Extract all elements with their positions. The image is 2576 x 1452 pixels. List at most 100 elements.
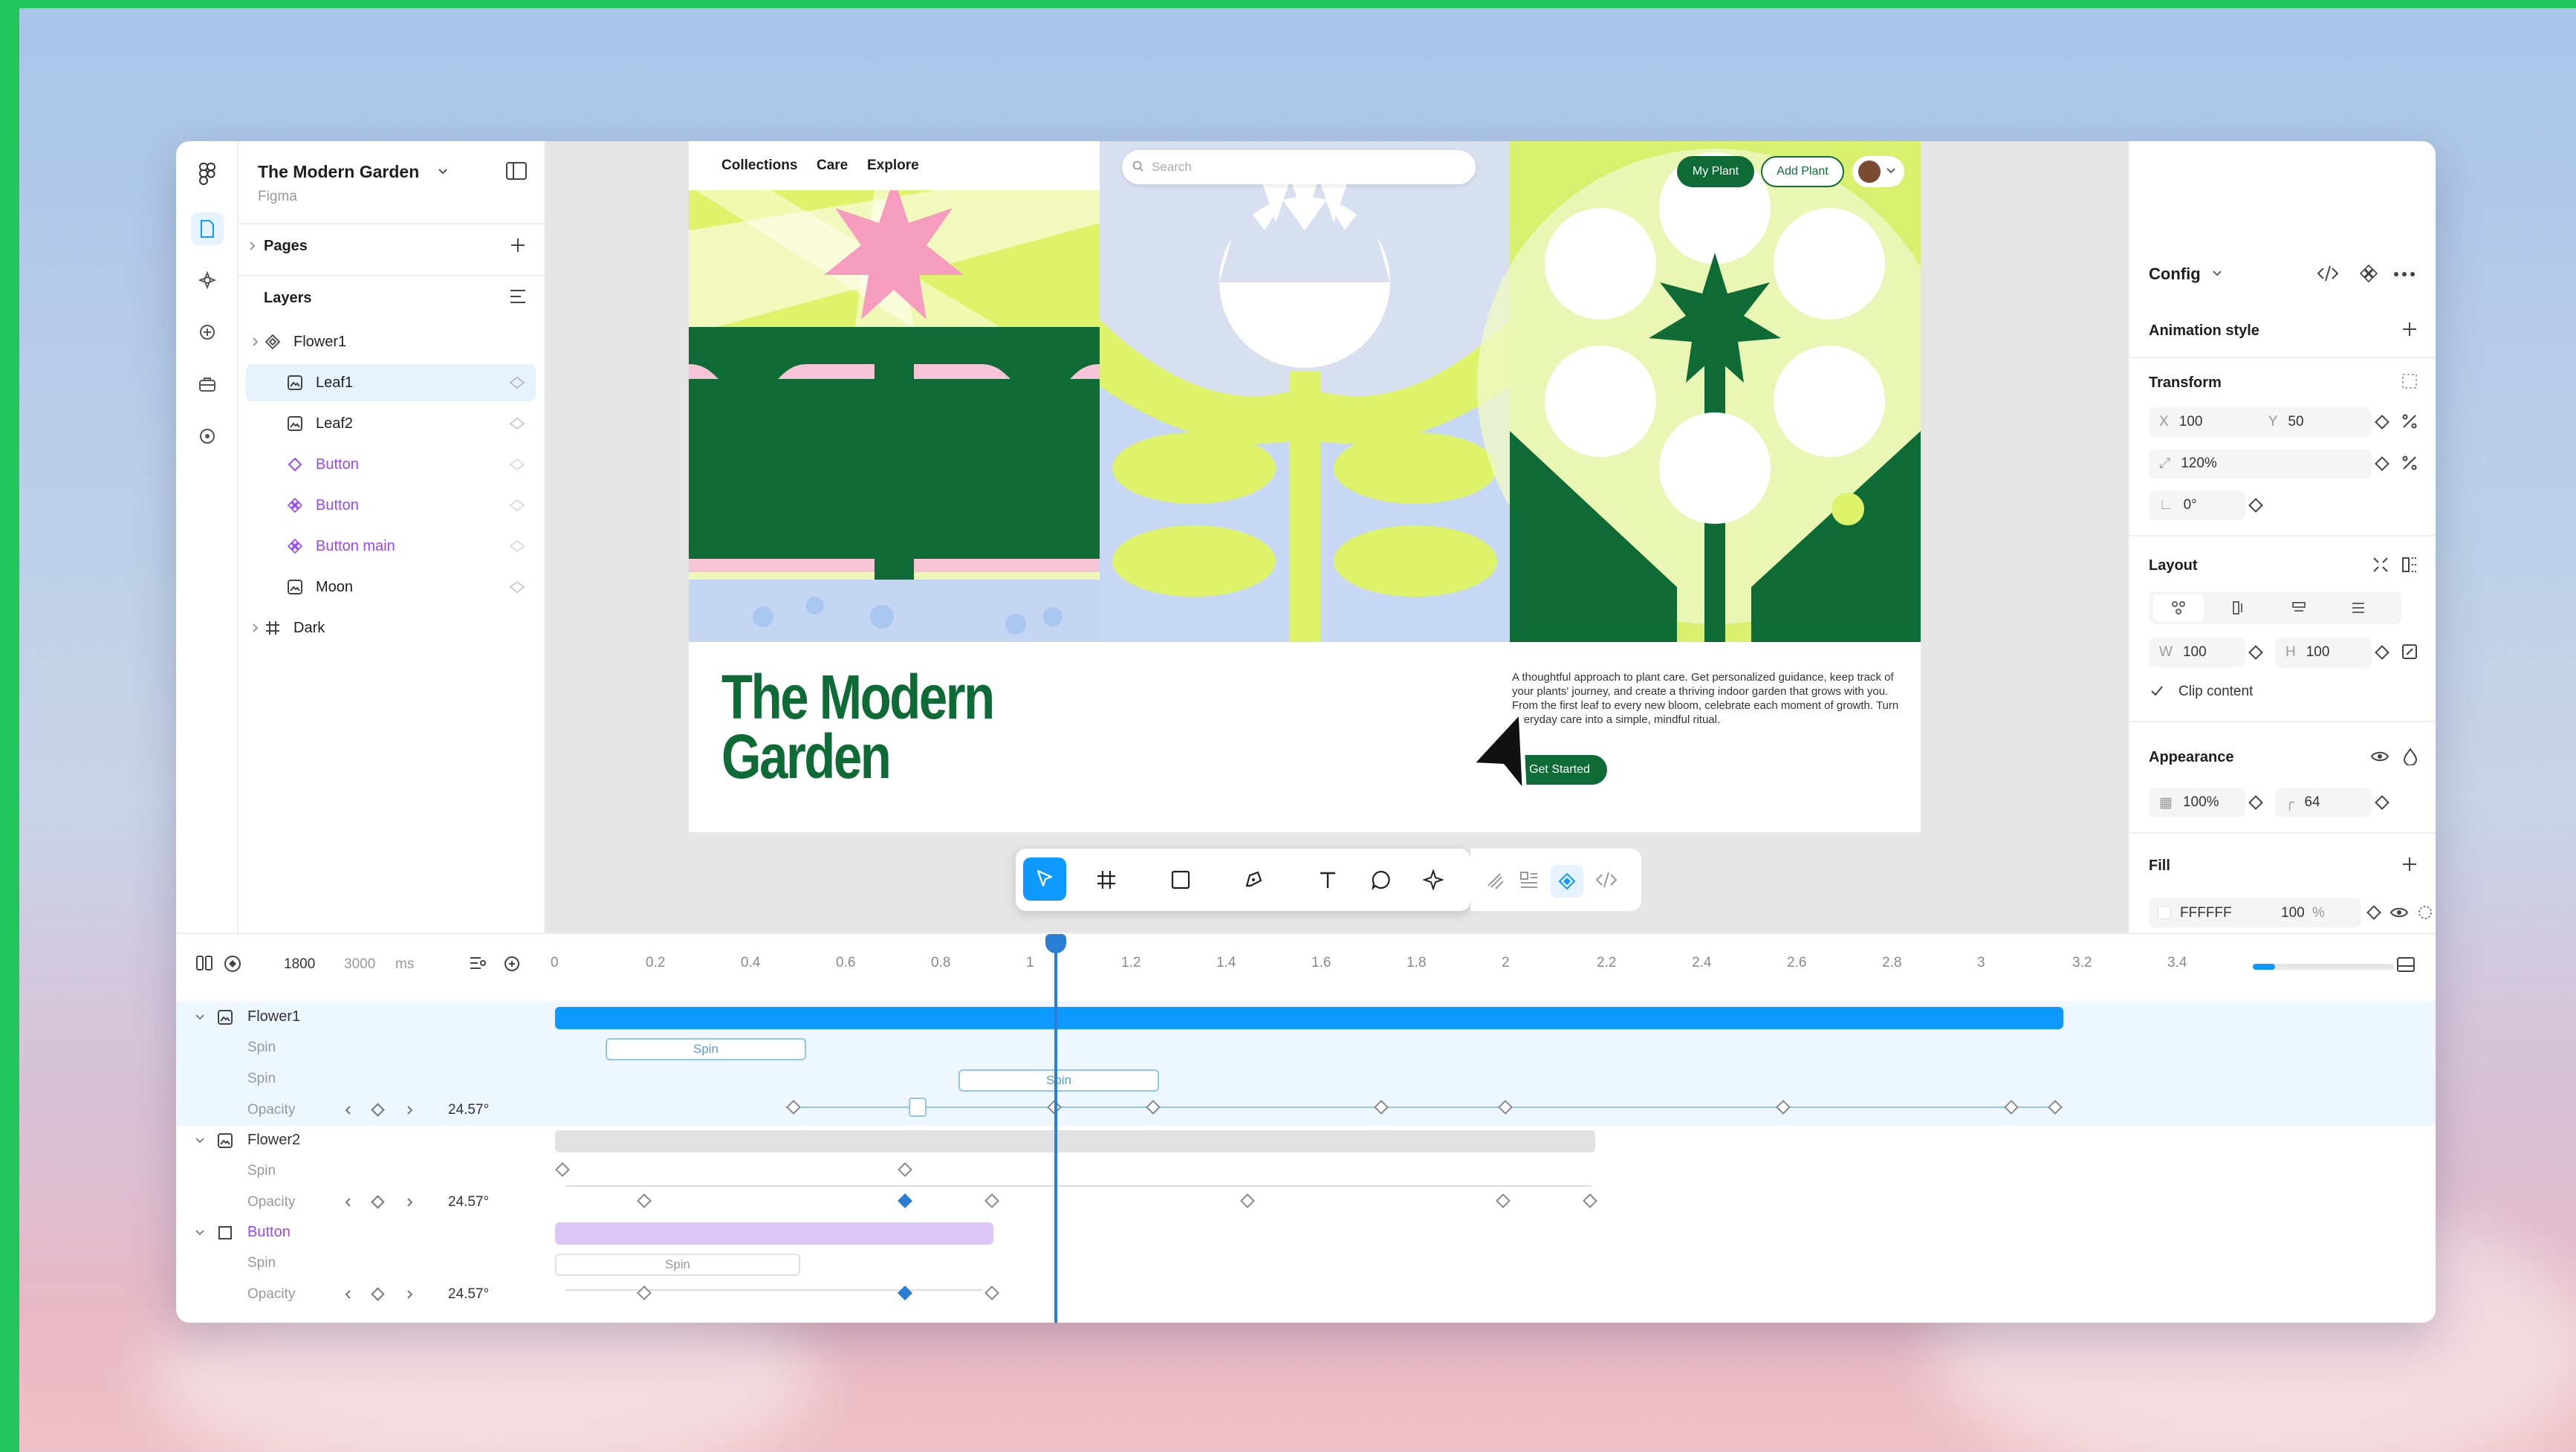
layer-row-button-component[interactable]: Button <box>246 487 536 524</box>
code-icon[interactable] <box>1595 871 1618 889</box>
time-ruler[interactable]: 0 0.2 0.4 0.6 0.8 1 1.2 1.4 1.6 1.8 2 2.2 2.4 2.6 2.8 3… <box>176 934 2436 986</box>
add-fill-icon[interactable] <box>2401 856 2418 872</box>
track-spin[interactable]: Spin <box>247 1071 276 1087</box>
briefcase-icon[interactable] <box>191 368 224 401</box>
keyframe-icon[interactable] <box>2248 795 2263 810</box>
website-frame[interactable]: Collections Care Explore Search My Plant… <box>689 141 1921 832</box>
prev-keyframe-icon[interactable] <box>344 1197 351 1208</box>
layer-row-flower1[interactable]: Flower1 <box>246 323 536 360</box>
eye-icon[interactable] <box>509 499 525 512</box>
opacity-field[interactable]: ▦ 100% <box>2149 788 2245 817</box>
flower1-track-bar[interactable] <box>555 1007 2063 1029</box>
component-tool-icon[interactable] <box>1423 869 1444 890</box>
height-field[interactable]: H 100 <box>2275 638 2372 667</box>
keyframe[interactable] <box>1583 1193 1597 1208</box>
plugins-icon[interactable] <box>191 316 224 349</box>
nav-explore[interactable]: Explore <box>867 158 919 174</box>
track-spin[interactable]: Spin <box>247 1163 276 1179</box>
panel-layout-icon[interactable] <box>2396 956 2416 973</box>
drop-icon[interactable] <box>2403 748 2418 765</box>
spin-clip[interactable]: Spin <box>555 1254 800 1276</box>
add-page-icon[interactable] <box>509 236 527 254</box>
eye-icon[interactable] <box>2390 905 2409 920</box>
prev-keyframe-icon[interactable] <box>344 1105 351 1115</box>
minus-circle-icon[interactable] <box>2418 905 2433 920</box>
file-icon[interactable] <box>191 213 224 245</box>
grid-layout-icon[interactable] <box>2351 600 2366 615</box>
nav-collections[interactable]: Collections <box>721 158 797 174</box>
eye-icon[interactable] <box>509 580 525 594</box>
target-icon[interactable] <box>191 420 224 453</box>
pages-label[interactable]: Pages <box>264 238 308 255</box>
keyframe-icon[interactable] <box>2248 498 2263 513</box>
keyframe[interactable] <box>984 1286 999 1300</box>
next-keyframe-icon[interactable] <box>406 1289 414 1300</box>
prev-keyframe-icon[interactable] <box>344 1289 351 1300</box>
easing-handle[interactable] <box>909 1098 927 1117</box>
layer-row-leaf1[interactable]: Leaf1 <box>246 364 536 401</box>
zoom-slider[interactable] <box>2253 964 2394 970</box>
horizontal-layout-icon[interactable] <box>2291 600 2306 615</box>
eye-icon[interactable] <box>509 539 525 553</box>
keyframe[interactable] <box>555 1162 570 1177</box>
track-spin[interactable]: Spin <box>247 1040 276 1056</box>
spin-clip[interactable]: Spin <box>606 1038 806 1060</box>
layer-row-dark[interactable]: Dark <box>246 609 536 646</box>
layer-row-leaf2[interactable]: Leaf2 <box>246 405 536 442</box>
playhead[interactable] <box>1045 934 1066 1323</box>
keyframe[interactable] <box>984 1193 999 1208</box>
percent-icon[interactable] <box>2401 455 2418 471</box>
nav-care[interactable]: Care <box>817 158 848 174</box>
chevron-down-icon[interactable] <box>195 1230 204 1236</box>
keyframe-selected[interactable] <box>898 1286 912 1300</box>
flower2-track-bar[interactable] <box>555 1130 1595 1153</box>
keyframe[interactable] <box>637 1286 652 1300</box>
fill-color-field[interactable]: FFFFFF 100 % <box>2149 898 2361 927</box>
dev-mode-icon[interactable] <box>1551 865 1583 898</box>
add-plant-button[interactable]: Add Plant <box>1761 156 1844 187</box>
keyframe-icon[interactable] <box>2366 905 2381 920</box>
track-flower2[interactable]: Flower2 <box>247 1132 300 1149</box>
layout-direction-segments[interactable] <box>2149 592 2401 624</box>
my-plant-button[interactable]: My Plant <box>1677 156 1754 187</box>
eye-icon[interactable] <box>509 417 525 430</box>
resize-icon[interactable] <box>2401 644 2418 660</box>
scale-field[interactable]: ⤢ 120% <box>2149 449 2372 479</box>
chevron-down-icon[interactable] <box>195 1014 204 1020</box>
site-search-input[interactable]: Search <box>1122 150 1476 184</box>
eye-icon[interactable] <box>509 458 525 471</box>
track-opacity[interactable]: Opacity <box>247 1102 295 1118</box>
keyframe[interactable] <box>1496 1193 1511 1208</box>
checkmark-icon[interactable] <box>2150 685 2164 697</box>
next-keyframe-icon[interactable] <box>406 1197 414 1208</box>
frame-tool-icon[interactable] <box>1096 869 1117 890</box>
width-field[interactable]: W 100 <box>2149 638 2245 667</box>
track-spin[interactable]: Spin <box>247 1255 276 1271</box>
rectangle-tool-icon[interactable] <box>1170 869 1191 890</box>
track-button[interactable]: Button <box>247 1224 291 1241</box>
eye-icon[interactable] <box>509 376 525 389</box>
transform-options-icon[interactable] <box>2401 373 2418 389</box>
sidebar-toggle-icon[interactable] <box>506 162 527 180</box>
keyframe-icon[interactable] <box>2375 795 2390 810</box>
keyframe-icon[interactable] <box>2375 415 2390 430</box>
config-dropdown[interactable]: Config <box>2149 265 2201 284</box>
chevron-down-icon[interactable] <box>438 168 448 175</box>
spin-clip[interactable]: Spin <box>958 1069 1159 1092</box>
component-icon[interactable] <box>2360 265 2378 282</box>
layer-row-moon[interactable]: Moon <box>246 568 536 606</box>
keyframe[interactable] <box>898 1162 912 1177</box>
canvas[interactable]: Collections Care Explore Search My Plant… <box>545 141 2128 933</box>
more-icon[interactable] <box>2394 272 2415 276</box>
text-tool-icon[interactable] <box>1317 869 1338 890</box>
opacity-value[interactable]: 24.57° <box>448 1102 489 1118</box>
keyframe-toggle-icon[interactable] <box>371 1195 385 1209</box>
keyframe[interactable] <box>637 1193 652 1208</box>
keyframe-icon[interactable] <box>2375 456 2390 471</box>
track-flower1[interactable]: Flower1 <box>247 1008 300 1025</box>
chevron-right-icon[interactable] <box>252 337 259 347</box>
move-tool-button[interactable] <box>1023 858 1066 901</box>
transform-xy-field[interactable]: X 100 Y 50 <box>2149 407 2372 437</box>
chevron-down-icon[interactable] <box>2213 270 2222 276</box>
eye-icon[interactable] <box>2370 749 2390 764</box>
